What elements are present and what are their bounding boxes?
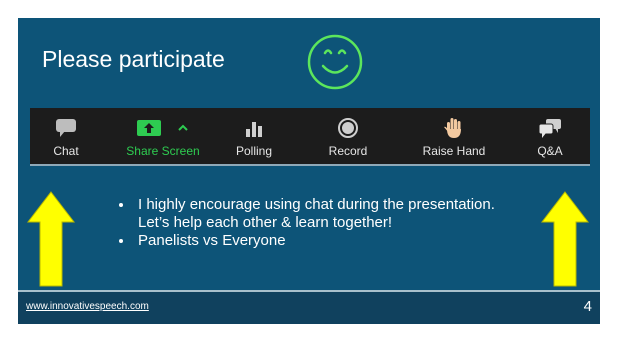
hand-icon — [444, 118, 461, 138]
chat-button[interactable]: Chat — [44, 108, 88, 164]
qa-label: Q&A — [537, 144, 563, 158]
bullet-list: I highly encourage using chat during the… — [114, 196, 514, 250]
share-screen-button[interactable]: Share Screen — [108, 108, 218, 164]
slide-panel: Please participate Chat Share Screen Pol… — [18, 18, 600, 324]
meeting-toolbar: Chat Share Screen Polling Record Raise H… — [30, 108, 590, 164]
smiley-face-icon — [307, 34, 363, 90]
qa-bubbles-icon — [538, 119, 561, 138]
bullet-item: I highly encourage using chat during the… — [134, 196, 514, 232]
raise-hand-label: Raise Hand — [422, 144, 486, 158]
bar-chart-icon — [246, 122, 262, 137]
share-screen-icon — [137, 120, 161, 136]
record-icon — [338, 118, 358, 138]
record-button[interactable]: Record — [318, 108, 378, 164]
slide-footer: www.innovativespeech.com 4 — [18, 292, 600, 324]
record-label: Record — [328, 144, 368, 158]
raise-hand-button[interactable]: Raise Hand — [414, 108, 494, 164]
slide: Please participate Chat Share Screen Pol… — [0, 0, 618, 342]
chat-label: Chat — [53, 144, 79, 158]
share-screen-label: Share Screen — [126, 144, 200, 158]
polling-label: Polling — [235, 144, 273, 158]
footer-url-link[interactable]: www.innovativespeech.com — [26, 301, 149, 312]
right-up-arrow-icon — [540, 191, 590, 287]
left-up-arrow-icon — [26, 191, 76, 287]
toolbar-divider — [30, 164, 590, 166]
polling-button[interactable]: Polling — [224, 108, 284, 164]
qa-button[interactable]: Q&A — [528, 108, 572, 164]
bullet-item: Panelists vs Everyone — [134, 232, 514, 250]
chat-bubble-icon — [56, 119, 76, 137]
slide-title: Please participate — [42, 46, 225, 72]
chevron-up-icon[interactable] — [176, 122, 190, 134]
page-number: 4 — [583, 298, 592, 315]
